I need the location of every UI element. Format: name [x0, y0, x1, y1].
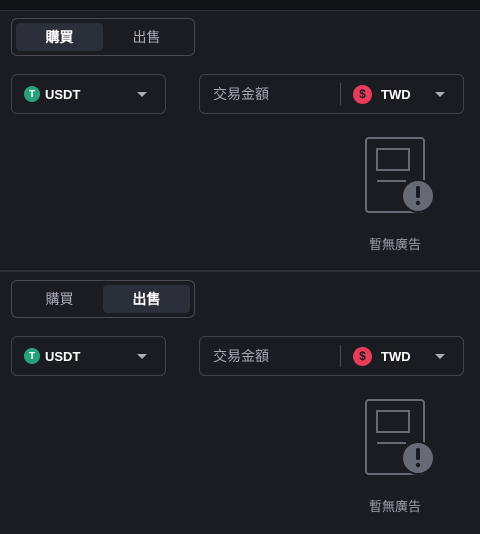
sell-panel: 購買 出售 T USDT $ TWD 暫無廣告 [0, 272, 480, 534]
caret-down-icon [435, 353, 445, 359]
caret-down-icon [137, 353, 147, 359]
dollar-icon: $ [353, 84, 372, 104]
fiat-select[interactable]: $ TWD [341, 337, 463, 375]
tab-buy[interactable]: 購買 [16, 285, 103, 313]
caret-down-icon [137, 91, 147, 97]
empty-state: 暫無廣告 [355, 398, 435, 515]
no-ads-icon [365, 399, 435, 475]
coin-select[interactable]: T USDT [11, 74, 166, 114]
trade-side-toggle: 購買 出售 [11, 280, 195, 318]
fiat-select[interactable]: $ TWD [341, 75, 463, 113]
buy-panel: 購買 出售 T USDT $ TWD 暫無廣告 [0, 10, 480, 272]
tab-sell[interactable]: 出售 [103, 285, 190, 313]
coin-name: USDT [45, 348, 81, 364]
dollar-icon: $ [353, 346, 372, 366]
trade-side-toggle: 購買 出售 [11, 18, 195, 56]
fiat-name: TWD [381, 86, 411, 102]
empty-state-text: 暫無廣告 [368, 499, 421, 514]
coin-select[interactable]: T USDT [11, 336, 166, 376]
amount-field-group: $ TWD [199, 74, 464, 114]
tether-icon: T [24, 86, 40, 102]
tab-sell[interactable]: 出售 [103, 23, 190, 51]
tab-buy[interactable]: 購買 [16, 23, 103, 51]
empty-state: 暫無廣告 [355, 136, 435, 253]
empty-state-text: 暫無廣告 [368, 237, 421, 252]
amount-input[interactable] [213, 86, 340, 102]
amount-field-group: $ TWD [199, 336, 464, 376]
no-ads-icon [365, 137, 435, 213]
coin-name: USDT [45, 86, 81, 102]
fiat-name: TWD [381, 348, 411, 364]
caret-down-icon [435, 91, 445, 97]
amount-input[interactable] [213, 348, 340, 364]
tether-icon: T [24, 348, 40, 364]
